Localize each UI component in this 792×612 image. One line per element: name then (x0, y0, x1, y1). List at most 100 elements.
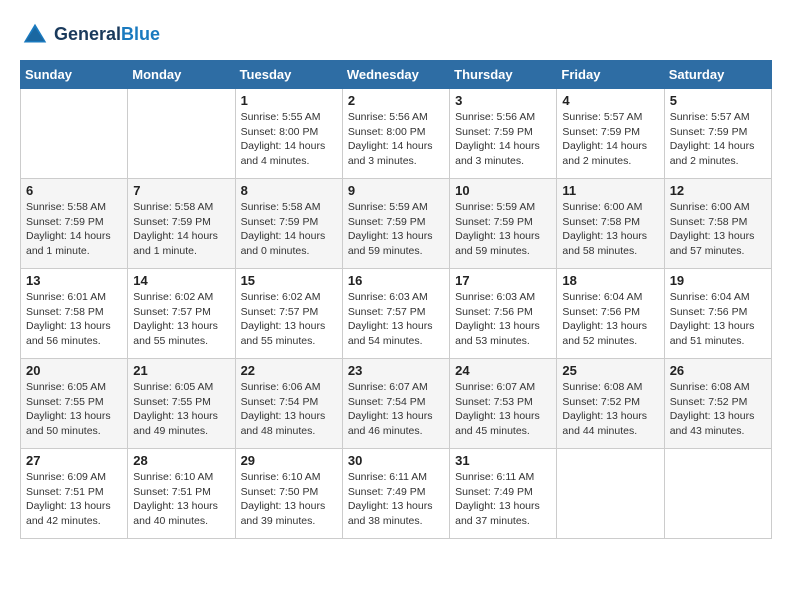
calendar-header: SundayMondayTuesdayWednesdayThursdayFrid… (21, 61, 772, 89)
calendar-cell: 28Sunrise: 6:10 AM Sunset: 7:51 PM Dayli… (128, 449, 235, 539)
calendar-week-row: 6 Sunrise: 5:58 AM Sunset: 7:59 PM Daylig… (21, 179, 772, 269)
day-number: 2 (348, 93, 444, 108)
day-info: Sunrise: 6:08 AM Sunset: 7:52 PM Dayligh… (670, 380, 766, 439)
day-info: Sunrise: 6:07 AM Sunset: 7:53 PM Dayligh… (455, 380, 551, 439)
weekday-header-friday: Friday (557, 61, 664, 89)
calendar-cell: 17Sunrise: 6:03 AM Sunset: 7:56 PM Dayli… (450, 269, 557, 359)
calendar-week-row: 1 Sunrise: 5:55 AM Sunset: 8:00 PM Daylig… (21, 89, 772, 179)
day-info: Sunrise: 6:08 AM Sunset: 7:52 PM Dayligh… (562, 380, 658, 439)
day-number: 13 (26, 273, 122, 288)
day-info: Sunrise: 6:11 AM Sunset: 7:49 PM Dayligh… (455, 470, 551, 529)
day-info: Sunrise: 5:56 AM Sunset: 7:59 PM Dayligh… (455, 110, 551, 169)
day-info: Sunrise: 6:00 AM Sunset: 7:58 PM Dayligh… (562, 200, 658, 259)
day-number: 15 (241, 273, 337, 288)
day-info: Sunrise: 6:05 AM Sunset: 7:55 PM Dayligh… (133, 380, 229, 439)
day-info: Sunrise: 5:56 AM Sunset: 8:00 PM Dayligh… (348, 110, 444, 169)
day-number: 24 (455, 363, 551, 378)
day-number: 20 (26, 363, 122, 378)
calendar-cell: 6 Sunrise: 5:58 AM Sunset: 7:59 PM Daylig… (21, 179, 128, 269)
calendar-cell: 13 Sunrise: 6:01 AM Sunset: 7:58 PM Dayli… (21, 269, 128, 359)
weekday-header-thursday: Thursday (450, 61, 557, 89)
logo-text: GeneralBlue (54, 24, 160, 46)
day-info: Sunrise: 5:59 AM Sunset: 7:59 PM Dayligh… (455, 200, 551, 259)
day-info: Sunrise: 6:03 AM Sunset: 7:56 PM Dayligh… (455, 290, 551, 349)
day-number: 3 (455, 93, 551, 108)
calendar-cell: 15Sunrise: 6:02 AM Sunset: 7:57 PM Dayli… (235, 269, 342, 359)
day-number: 6 (26, 183, 122, 198)
calendar-cell: 22 Sunrise: 6:06 AM Sunset: 7:54 PM Dayli… (235, 359, 342, 449)
day-info: Sunrise: 6:05 AM Sunset: 7:55 PM Dayligh… (26, 380, 122, 439)
day-number: 18 (562, 273, 658, 288)
calendar-cell (128, 89, 235, 179)
weekday-header-row: SundayMondayTuesdayWednesdayThursdayFrid… (21, 61, 772, 89)
day-number: 29 (241, 453, 337, 468)
day-info: Sunrise: 5:55 AM Sunset: 8:00 PM Dayligh… (241, 110, 337, 169)
day-number: 16 (348, 273, 444, 288)
calendar-cell: 16 Sunrise: 6:03 AM Sunset: 7:57 PM Dayli… (342, 269, 449, 359)
calendar-cell: 11 Sunrise: 6:00 AM Sunset: 7:58 PM Dayli… (557, 179, 664, 269)
day-number: 11 (562, 183, 658, 198)
day-info: Sunrise: 6:03 AM Sunset: 7:57 PM Dayligh… (348, 290, 444, 349)
day-info: Sunrise: 6:07 AM Sunset: 7:54 PM Dayligh… (348, 380, 444, 439)
calendar-week-row: 20 Sunrise: 6:05 AM Sunset: 7:55 PM Dayli… (21, 359, 772, 449)
calendar-cell: 3 Sunrise: 5:56 AM Sunset: 7:59 PM Daylig… (450, 89, 557, 179)
calendar-cell: 19Sunrise: 6:04 AM Sunset: 7:56 PM Dayli… (664, 269, 771, 359)
day-number: 14 (133, 273, 229, 288)
day-info: Sunrise: 6:11 AM Sunset: 7:49 PM Dayligh… (348, 470, 444, 529)
day-info: Sunrise: 5:58 AM Sunset: 7:59 PM Dayligh… (241, 200, 337, 259)
day-number: 27 (26, 453, 122, 468)
calendar-cell: 7Sunrise: 5:58 AM Sunset: 7:59 PM Daylig… (128, 179, 235, 269)
day-number: 1 (241, 93, 337, 108)
day-info: Sunrise: 6:04 AM Sunset: 7:56 PM Dayligh… (562, 290, 658, 349)
day-info: Sunrise: 6:00 AM Sunset: 7:58 PM Dayligh… (670, 200, 766, 259)
calendar-cell: 23 Sunrise: 6:07 AM Sunset: 7:54 PM Dayli… (342, 359, 449, 449)
calendar-body: 1 Sunrise: 5:55 AM Sunset: 8:00 PM Daylig… (21, 89, 772, 539)
calendar-cell: 14Sunrise: 6:02 AM Sunset: 7:57 PM Dayli… (128, 269, 235, 359)
calendar-cell (557, 449, 664, 539)
day-number: 30 (348, 453, 444, 468)
logo-icon (20, 20, 50, 50)
calendar-cell: 10Sunrise: 5:59 AM Sunset: 7:59 PM Dayli… (450, 179, 557, 269)
calendar-cell: 26 Sunrise: 6:08 AM Sunset: 7:52 PM Dayli… (664, 359, 771, 449)
day-number: 8 (241, 183, 337, 198)
weekday-header-saturday: Saturday (664, 61, 771, 89)
day-info: Sunrise: 5:57 AM Sunset: 7:59 PM Dayligh… (562, 110, 658, 169)
day-number: 28 (133, 453, 229, 468)
calendar-cell: 18 Sunrise: 6:04 AM Sunset: 7:56 PM Dayli… (557, 269, 664, 359)
calendar-cell: 1 Sunrise: 5:55 AM Sunset: 8:00 PM Daylig… (235, 89, 342, 179)
calendar-week-row: 27 Sunrise: 6:09 AM Sunset: 7:51 PM Dayli… (21, 449, 772, 539)
day-number: 19 (670, 273, 766, 288)
day-info: Sunrise: 5:57 AM Sunset: 7:59 PM Dayligh… (670, 110, 766, 169)
weekday-header-sunday: Sunday (21, 61, 128, 89)
day-number: 23 (348, 363, 444, 378)
weekday-header-monday: Monday (128, 61, 235, 89)
day-info: Sunrise: 5:58 AM Sunset: 7:59 PM Dayligh… (26, 200, 122, 259)
day-info: Sunrise: 6:06 AM Sunset: 7:54 PM Dayligh… (241, 380, 337, 439)
logo: GeneralBlue (20, 20, 160, 50)
day-info: Sunrise: 6:10 AM Sunset: 7:50 PM Dayligh… (241, 470, 337, 529)
day-number: 31 (455, 453, 551, 468)
calendar-cell: 25 Sunrise: 6:08 AM Sunset: 7:52 PM Dayli… (557, 359, 664, 449)
calendar-cell: 9Sunrise: 5:59 AM Sunset: 7:59 PM Daylig… (342, 179, 449, 269)
calendar-cell: 27 Sunrise: 6:09 AM Sunset: 7:51 PM Dayli… (21, 449, 128, 539)
day-number: 22 (241, 363, 337, 378)
calendar-cell: 2 Sunrise: 5:56 AM Sunset: 8:00 PM Daylig… (342, 89, 449, 179)
calendar-cell: 29 Sunrise: 6:10 AM Sunset: 7:50 PM Dayli… (235, 449, 342, 539)
day-number: 26 (670, 363, 766, 378)
calendar-cell: 12Sunrise: 6:00 AM Sunset: 7:58 PM Dayli… (664, 179, 771, 269)
page-header: GeneralBlue (20, 20, 772, 50)
day-info: Sunrise: 5:58 AM Sunset: 7:59 PM Dayligh… (133, 200, 229, 259)
calendar-cell: 21 Sunrise: 6:05 AM Sunset: 7:55 PM Dayli… (128, 359, 235, 449)
day-number: 9 (348, 183, 444, 198)
calendar-cell: 4Sunrise: 5:57 AM Sunset: 7:59 PM Daylig… (557, 89, 664, 179)
day-info: Sunrise: 6:01 AM Sunset: 7:58 PM Dayligh… (26, 290, 122, 349)
calendar-cell: 30 Sunrise: 6:11 AM Sunset: 7:49 PM Dayli… (342, 449, 449, 539)
calendar-cell: 8 Sunrise: 5:58 AM Sunset: 7:59 PM Daylig… (235, 179, 342, 269)
calendar-cell: 20 Sunrise: 6:05 AM Sunset: 7:55 PM Dayli… (21, 359, 128, 449)
day-number: 21 (133, 363, 229, 378)
calendar-table: SundayMondayTuesdayWednesdayThursdayFrid… (20, 60, 772, 539)
day-info: Sunrise: 6:09 AM Sunset: 7:51 PM Dayligh… (26, 470, 122, 529)
day-number: 25 (562, 363, 658, 378)
calendar-cell (21, 89, 128, 179)
calendar-cell: 5Sunrise: 5:57 AM Sunset: 7:59 PM Daylig… (664, 89, 771, 179)
